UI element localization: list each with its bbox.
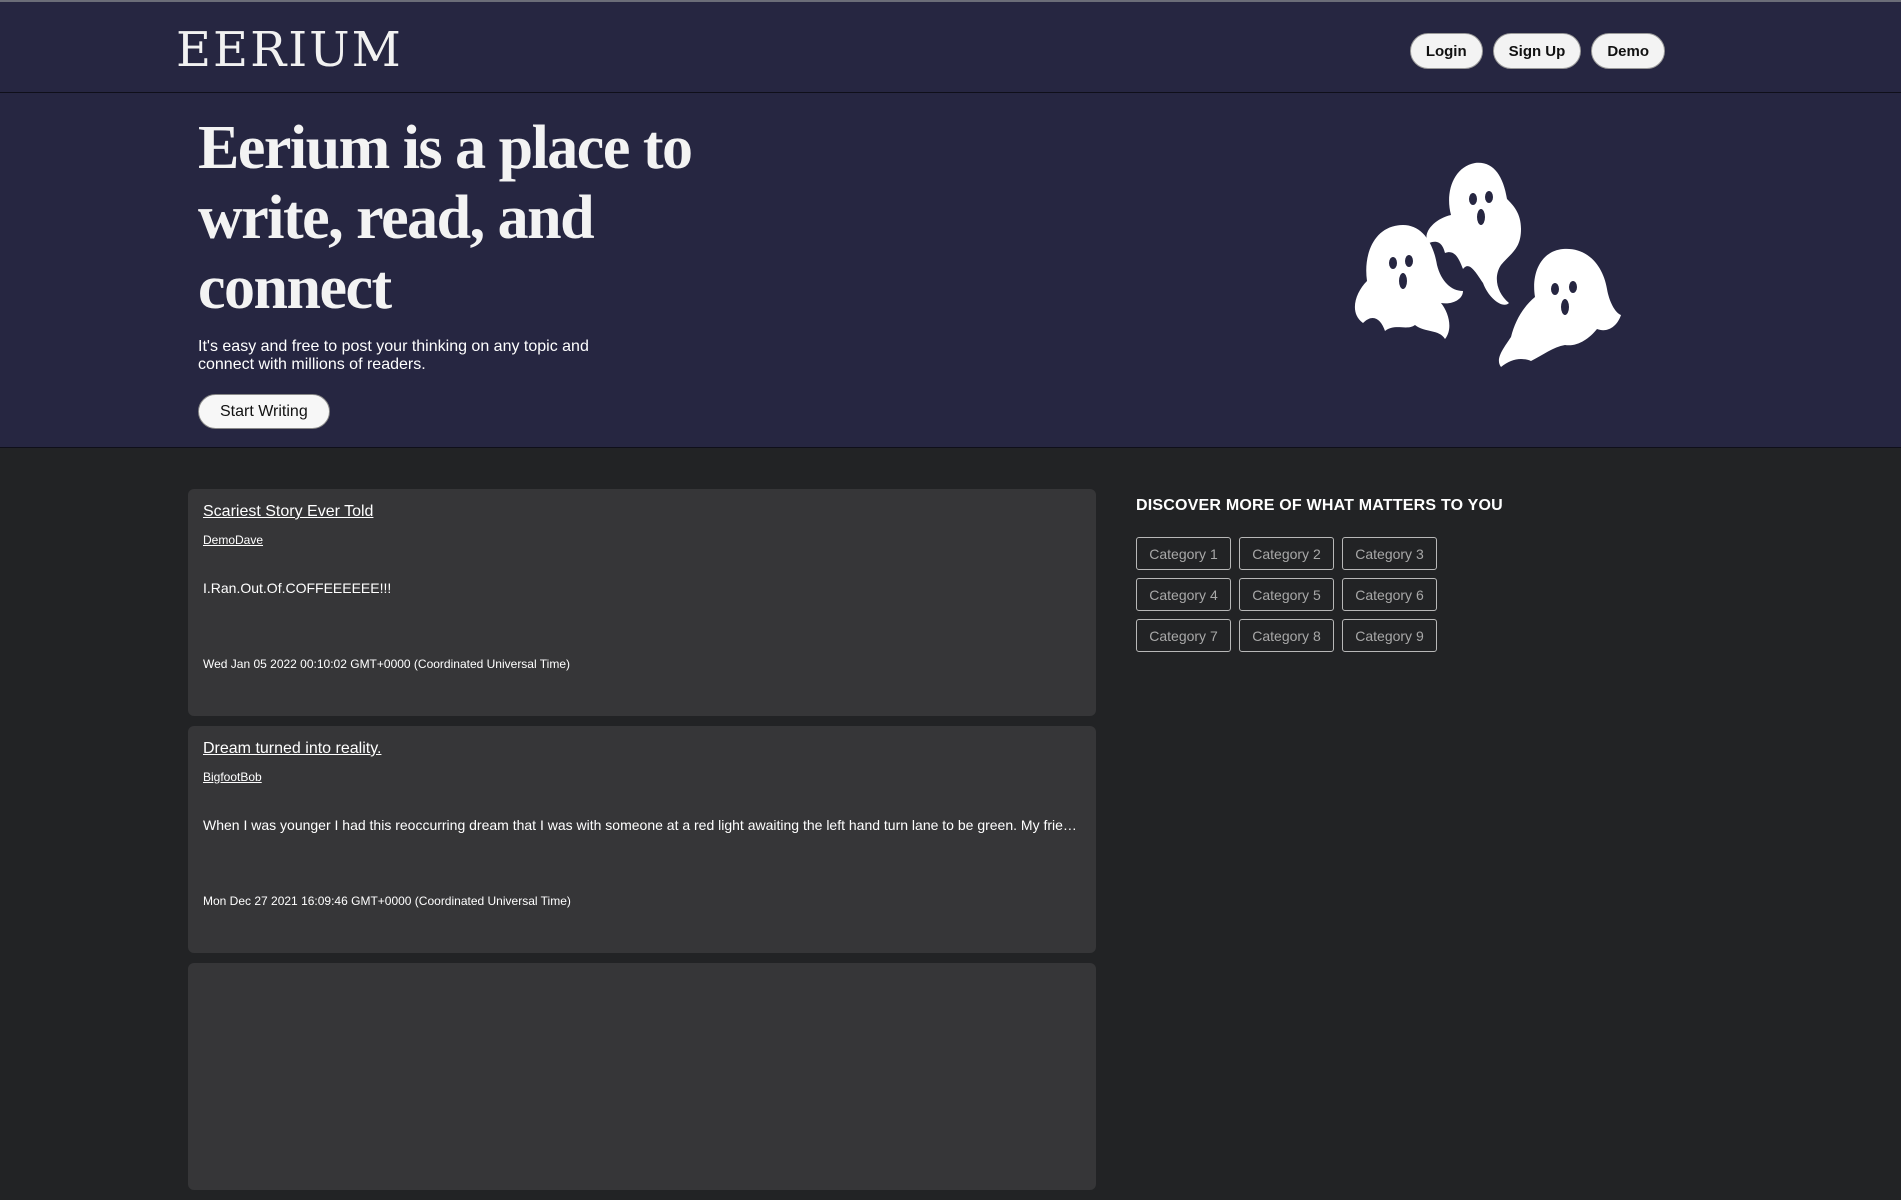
story-title[interactable]: Scariest Story Ever Told — [203, 503, 373, 521]
story-excerpt: When I was younger I had this reoccurrin… — [203, 817, 1083, 833]
category-button-1[interactable]: Category 1 — [1136, 537, 1231, 570]
ghosts-icon — [1354, 162, 1621, 367]
category-button-8[interactable]: Category 8 — [1239, 619, 1334, 652]
category-grid: Category 1 Category 2 Category 3 Categor… — [1136, 537, 1556, 652]
discover-panel: DISCOVER MORE OF WHAT MATTERS TO YOU Cat… — [1136, 497, 1556, 652]
story-card-partial — [188, 963, 1096, 1190]
story-card: Scariest Story Ever Told DemoDave I.Ran.… — [188, 489, 1096, 716]
demo-button[interactable]: Demo — [1591, 33, 1665, 69]
category-button-3[interactable]: Category 3 — [1342, 537, 1437, 570]
logo[interactable]: EERIUM — [176, 24, 403, 76]
story-date: Wed Jan 05 2022 00:10:02 GMT+0000 (Coord… — [203, 657, 570, 671]
nav-buttons: Login Sign Up Demo — [1409, 33, 1665, 69]
category-button-5[interactable]: Category 5 — [1239, 578, 1334, 611]
story-title[interactable]: Dream turned into reality. — [203, 740, 381, 758]
discover-heading: DISCOVER MORE OF WHAT MATTERS TO YOU — [1136, 497, 1503, 514]
story-author[interactable]: BigfootBob — [203, 770, 262, 784]
category-button-4[interactable]: Category 4 — [1136, 578, 1231, 611]
category-button-6[interactable]: Category 6 — [1342, 578, 1437, 611]
navbar: EERIUM Login Sign Up Demo — [0, 2, 1901, 93]
start-writing-button[interactable]: Start Writing — [198, 394, 330, 429]
hero-section: Eerium is a place to write, read, and co… — [0, 93, 1901, 448]
story-author[interactable]: DemoDave — [203, 533, 263, 547]
signup-button[interactable]: Sign Up — [1492, 33, 1582, 69]
story-feed: Scariest Story Ever Told DemoDave I.Ran.… — [188, 489, 1096, 1200]
story-card: Dream turned into reality. BigfootBob Wh… — [188, 726, 1096, 953]
story-excerpt: I.Ran.Out.Of.COFFEEEEEE!!! — [203, 580, 392, 596]
login-button[interactable]: Login — [1409, 33, 1483, 69]
hero-headline: Eerium is a place to write, read, and co… — [198, 114, 693, 322]
hero-subtext: It's easy and free to post your thinking… — [198, 338, 589, 373]
story-date: Mon Dec 27 2021 16:09:46 GMT+0000 (Coord… — [203, 894, 571, 908]
ghost-right-icon — [1498, 248, 1621, 367]
category-button-2[interactable]: Category 2 — [1239, 537, 1334, 570]
category-button-7[interactable]: Category 7 — [1136, 619, 1231, 652]
category-button-9[interactable]: Category 9 — [1342, 619, 1437, 652]
